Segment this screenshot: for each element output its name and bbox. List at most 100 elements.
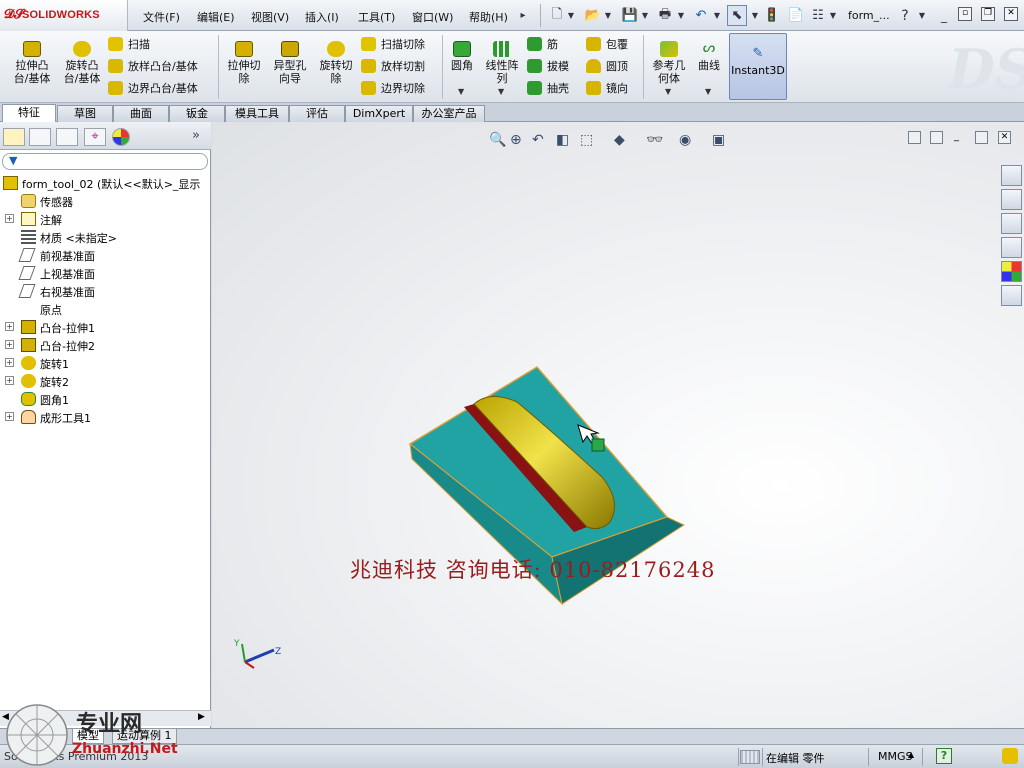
open-folder-icon[interactable]: 📂 bbox=[584, 5, 602, 26]
loft-boss-button[interactable]: 放样凸台/基体 bbox=[108, 56, 198, 76]
feature-manager-tab-icon[interactable] bbox=[3, 128, 25, 146]
fillet-button[interactable]: 圆角 bbox=[446, 41, 478, 72]
tree-item[interactable]: + 注解 bbox=[0, 210, 211, 228]
hole-wizard-button[interactable]: 异型孔 向导 bbox=[268, 41, 312, 85]
chevron-down-icon[interactable]: ▼ bbox=[640, 5, 650, 26]
expand-icon[interactable]: + bbox=[5, 340, 14, 349]
tab-mold-tools[interactable]: 模具工具 bbox=[225, 105, 289, 122]
tab-dimxpert[interactable]: DimXpert bbox=[345, 105, 413, 122]
chevron-down-icon[interactable]: ▼ bbox=[566, 5, 576, 26]
new-document-icon[interactable]: 🗋 bbox=[548, 5, 566, 26]
tree-item[interactable]: 上视基准面 bbox=[0, 264, 211, 282]
dimxpert-manager-tab-icon[interactable]: ⌖ bbox=[84, 128, 106, 146]
close-icon[interactable]: ✕ bbox=[1004, 7, 1018, 21]
tree-item[interactable]: 传感器 bbox=[0, 192, 211, 210]
boundary-cut-button[interactable]: 边界切除 bbox=[361, 78, 425, 98]
revolve-boss-button[interactable]: 旋转凸 台/基体 bbox=[60, 41, 104, 85]
extrude-boss-button[interactable]: 拉伸凸 台/基体 bbox=[10, 41, 54, 85]
tree-item[interactable]: + 成形工具1 bbox=[0, 408, 211, 426]
dome-button[interactable]: 圆顶 bbox=[586, 56, 628, 76]
tree-filter-input[interactable]: ▼ bbox=[2, 153, 208, 170]
tree-item-label: 上视基准面 bbox=[40, 268, 95, 281]
wrap-button[interactable]: 包覆 bbox=[586, 34, 628, 54]
chevron-down-icon[interactable]: ▼ bbox=[705, 87, 711, 96]
tab-sheet-metal[interactable]: 钣金 bbox=[169, 105, 225, 122]
instant3d-button[interactable]: ✎ Instant3D bbox=[729, 33, 787, 100]
configuration-manager-tab-icon[interactable] bbox=[56, 128, 78, 146]
linear-pattern-button[interactable]: 线性阵 列 bbox=[480, 41, 524, 85]
sweep-cut-button[interactable]: 扫描切除 bbox=[361, 34, 425, 54]
loft-cut-button[interactable]: 放样切割 bbox=[361, 56, 425, 76]
property-manager-tab-icon[interactable] bbox=[29, 128, 51, 146]
chevron-down-icon[interactable]: ▼ bbox=[458, 87, 464, 96]
help-icon[interactable]: ? bbox=[897, 5, 913, 26]
tree-item[interactable]: + 旋转1 bbox=[0, 354, 211, 372]
sweep-button[interactable]: 扫描 bbox=[108, 34, 150, 54]
save-icon[interactable]: 💾 bbox=[621, 5, 639, 26]
menu-tools[interactable]: 工具(T) bbox=[358, 9, 395, 25]
tree-item[interactable]: + 旋转2 bbox=[0, 372, 211, 390]
chevron-down-icon[interactable]: ▼ bbox=[676, 5, 686, 26]
options-icon[interactable]: ☷ bbox=[809, 5, 827, 26]
display-manager-tab-icon[interactable] bbox=[112, 128, 130, 146]
extrude-cut-button[interactable]: 拉伸切 除 bbox=[222, 41, 266, 85]
tree-item[interactable]: 圆角1 bbox=[0, 390, 211, 408]
tree-item[interactable]: 前视基准面 bbox=[0, 246, 211, 264]
expand-icon[interactable]: + bbox=[5, 358, 14, 367]
chevron-up-icon[interactable]: ▲ bbox=[908, 750, 914, 759]
menu-file[interactable]: 文件(F) bbox=[143, 9, 180, 25]
chevron-down-icon[interactable]: ▼ bbox=[750, 5, 760, 26]
graphics-area[interactable]: 🔍 ⊕ ↶ ◧ ⬚ ◆ 👓 ◉ ▣ _ ✕ Y Z 兆迪科技 咨询电话: 010… bbox=[212, 122, 1024, 728]
restore-icon[interactable]: ❐ bbox=[981, 7, 995, 21]
tree-item[interactable]: + 凸台-拉伸2 bbox=[0, 336, 211, 354]
menu-pin-icon[interactable]: ▸ bbox=[516, 5, 530, 26]
expand-icon[interactable]: + bbox=[5, 376, 14, 385]
menu-window[interactable]: 窗口(W) bbox=[412, 9, 453, 25]
menu-help[interactable]: 帮助(H) bbox=[469, 9, 508, 25]
chevron-down-icon[interactable]: ▼ bbox=[917, 5, 927, 26]
maximize-icon[interactable]: ▫ bbox=[958, 7, 972, 21]
status-help-icon[interactable]: ? bbox=[936, 748, 952, 764]
tab-office-products[interactable]: 办公室产品 bbox=[413, 105, 485, 122]
tree-item[interactable]: 原点 bbox=[0, 300, 211, 318]
tab-evaluate[interactable]: 评估 bbox=[289, 105, 345, 122]
boundary-boss-button[interactable]: 边界凸台/基体 bbox=[108, 78, 198, 98]
tree-item[interactable]: 材质 <未指定> bbox=[0, 228, 211, 246]
tree-item[interactable]: 右视基准面 bbox=[0, 282, 211, 300]
chevron-down-icon[interactable]: ▼ bbox=[712, 5, 722, 26]
revolve-cut-button[interactable]: 旋转切 除 bbox=[314, 41, 358, 85]
tab-sketch[interactable]: 草图 bbox=[57, 105, 113, 122]
tree-root[interactable]: form_tool_02 (默认<<默认>_显示 bbox=[0, 174, 211, 192]
curves-button[interactable]: ᔕ 曲线 bbox=[693, 41, 725, 72]
solidworks-logo[interactable]: 𝓓𝓢 SOLIDWORKS bbox=[0, 0, 128, 31]
part-model[interactable]: Y Z bbox=[212, 122, 1024, 728]
undo-icon[interactable]: ↶ bbox=[692, 5, 710, 26]
chevron-down-icon[interactable]: ▼ bbox=[603, 5, 613, 26]
select-arrow-icon[interactable]: ⬉ bbox=[727, 5, 747, 26]
file-properties-icon[interactable]: 📄 bbox=[787, 5, 805, 26]
menu-view[interactable]: 视图(V) bbox=[251, 9, 289, 25]
chevron-down-icon[interactable]: ▼ bbox=[828, 5, 838, 26]
chevron-down-icon[interactable]: ▼ bbox=[665, 87, 671, 96]
minimize-icon[interactable]: _ bbox=[937, 5, 951, 26]
tab-features[interactable]: 特征 bbox=[2, 104, 56, 123]
rib-button[interactable]: 筋 bbox=[527, 34, 558, 54]
expand-icon[interactable]: + bbox=[5, 412, 14, 421]
menu-insert[interactable]: 插入(I) bbox=[305, 9, 339, 25]
reference-geometry-button[interactable]: 参考几 何体 bbox=[647, 41, 691, 85]
draft-button[interactable]: 拔模 bbox=[527, 56, 569, 76]
expand-icon[interactable]: + bbox=[5, 322, 14, 331]
selection-handle-icon[interactable] bbox=[591, 438, 605, 452]
print-icon[interactable]: 🖶 bbox=[656, 5, 674, 26]
tab-surfaces[interactable]: 曲面 bbox=[113, 105, 169, 122]
tree-item-label: 凸台-拉伸1 bbox=[40, 322, 95, 335]
chevron-down-icon[interactable]: ▼ bbox=[498, 87, 504, 96]
menu-edit[interactable]: 编辑(E) bbox=[197, 9, 235, 25]
status-tag-icon[interactable] bbox=[1002, 748, 1018, 764]
tree-item[interactable]: + 凸台-拉伸1 bbox=[0, 318, 211, 336]
expand-icon[interactable]: + bbox=[5, 214, 14, 223]
rebuild-traffic-light-icon[interactable]: 🚦 bbox=[764, 5, 780, 26]
mirror-button[interactable]: 镜向 bbox=[586, 78, 628, 98]
shell-button[interactable]: 抽壳 bbox=[527, 78, 569, 98]
expand-panel-icon[interactable]: » bbox=[192, 128, 200, 143]
